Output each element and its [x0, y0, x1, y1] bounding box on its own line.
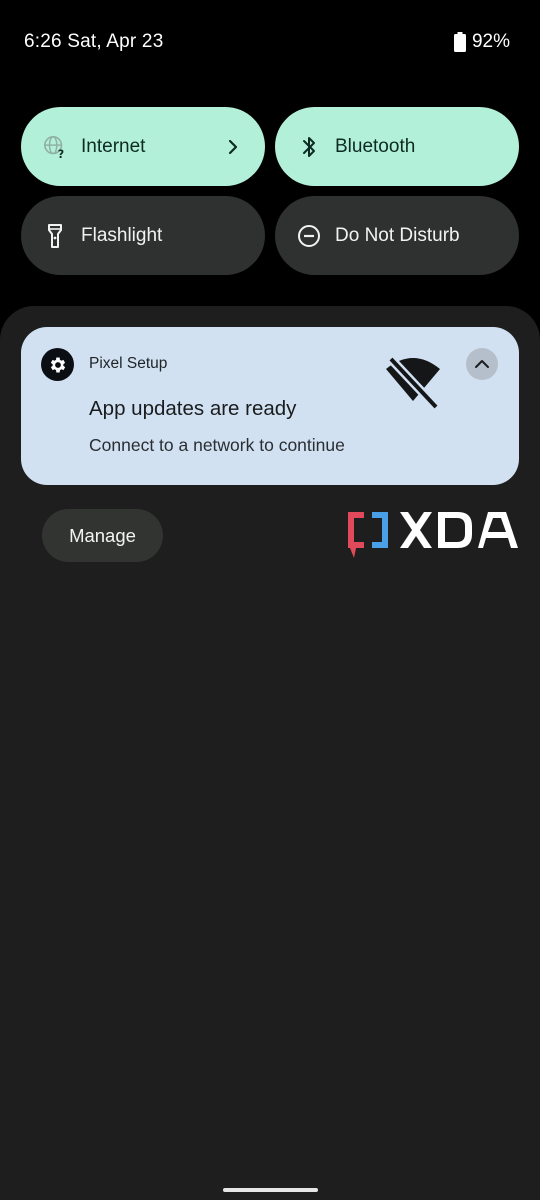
tile-do-not-disturb-label: Do Not Disturb: [335, 224, 460, 246]
battery-percent: 92%: [471, 31, 510, 52]
wifi-off-icon: [383, 349, 443, 411]
flashlight-icon: [43, 223, 67, 248]
status-bar: 6:26 Sat, Apr 23 92%: [0, 0, 540, 86]
home-indicator[interactable]: [223, 1188, 318, 1192]
bluetooth-icon: [297, 135, 321, 159]
svg-text:?: ?: [58, 148, 64, 160]
notification-card[interactable]: Pixel Setup App updates are ready Connec…: [21, 327, 519, 485]
tile-bluetooth[interactable]: Bluetooth: [275, 107, 519, 186]
gear-icon: [41, 348, 74, 381]
notification-title: App updates are ready: [89, 397, 297, 420]
chevron-right-icon: [221, 135, 245, 159]
status-time-date: 6:26 Sat, Apr 23: [24, 31, 164, 52]
tile-do-not-disturb[interactable]: Do Not Disturb: [275, 196, 519, 275]
do-not-disturb-icon: [297, 224, 321, 248]
tile-flashlight-label: Flashlight: [81, 224, 163, 246]
notification-text: Connect to a network to continue: [89, 435, 345, 455]
tile-internet[interactable]: ? Internet: [21, 107, 265, 186]
tile-internet-label: Internet: [81, 135, 146, 157]
internet-unknown-icon: ?: [43, 135, 67, 160]
status-right-group: 92%: [453, 31, 510, 53]
chevron-up-icon[interactable]: [466, 348, 498, 380]
tile-flashlight[interactable]: Flashlight: [21, 196, 265, 275]
manage-button[interactable]: Manage: [42, 509, 163, 562]
xda-watermark-logo: [346, 508, 522, 560]
battery-icon: [453, 32, 466, 52]
notification-app-name: Pixel Setup: [89, 355, 168, 372]
tile-bluetooth-label: Bluetooth: [335, 135, 416, 157]
